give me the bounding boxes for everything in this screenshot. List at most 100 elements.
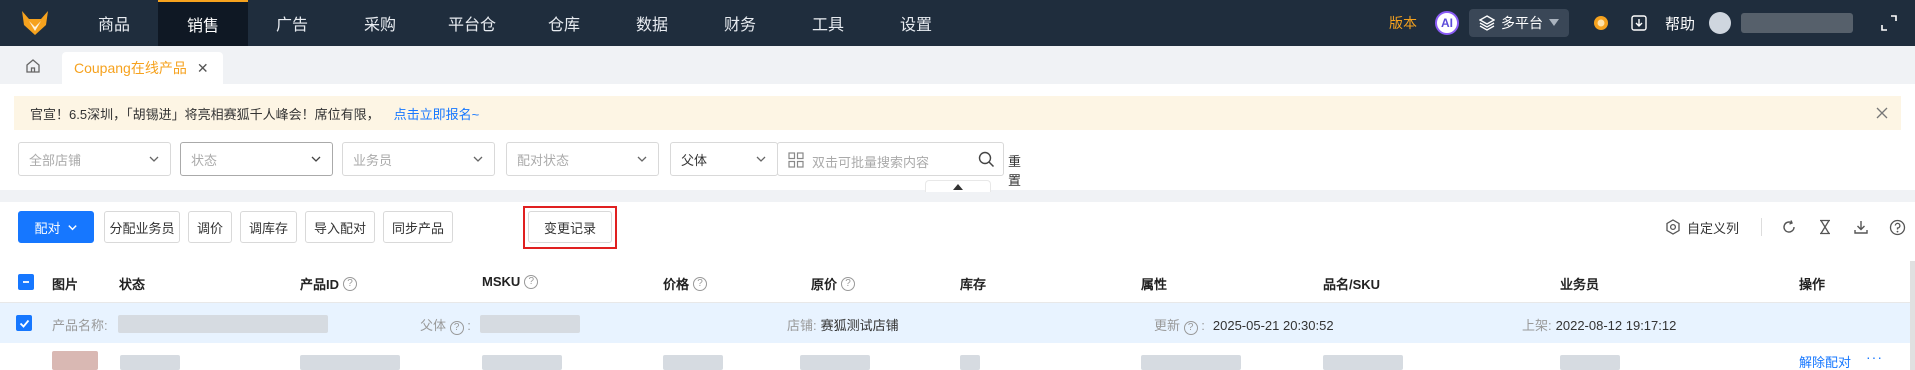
announcement-text: 官宣！6.5深圳，「胡锡进」将亮相赛狐千人峰会！席位有限， [30,106,380,122]
sync-products-button[interactable]: 同步产品 [383,211,453,243]
search-type-select[interactable]: 父体 [670,142,778,176]
product-thumbnail [52,351,98,370]
search-input[interactable]: 双击可批量搜索内容 [777,142,1004,176]
nav-item-settings[interactable]: 设置 [872,0,960,46]
salesperson-redacted [1560,355,1620,370]
username-redacted[interactable] [1741,13,1853,33]
hourglass-icon[interactable] [1814,216,1836,238]
help-link[interactable]: 帮助 [1665,13,1695,34]
scrollbar[interactable] [1910,261,1915,370]
avatar[interactable] [1709,12,1731,34]
nav-right-area: 版本 AI 多平台 帮助 [1389,0,1915,46]
tab-bar: Coupang在线产品 ✕ [0,46,1915,84]
chevron-down-icon [67,224,77,230]
export-download-icon[interactable] [1850,216,1872,238]
status-select[interactable]: 状态 [180,142,333,176]
chevron-down-icon [756,156,766,162]
info-icon: ? [841,276,856,291]
register-link[interactable]: 点击立即报名~ [394,104,480,123]
search-placeholder: 双击可批量搜索内容 [812,155,930,170]
close-icon[interactable]: ✕ [197,60,209,77]
column-product-id[interactable]: 产品ID? [300,274,358,293]
platform-label: 多平台 [1500,15,1543,31]
fox-logo-icon[interactable] [0,0,70,46]
table-row-info: 产品名称: 父体 ? : 店铺: 赛狐测试店铺 更新 ? :2025-05-21 … [0,303,1915,343]
select-all-checkbox[interactable] [18,274,34,290]
main-menu: 商品 销售 广告 采购 平台仓 仓库 数据 财务 工具 设置 [70,0,960,46]
highlight-annotation [523,206,617,249]
adjust-stock-button[interactable]: 调库存 [240,211,297,243]
announcement-banner: 官宣！6.5深圳，「胡锡进」将亮相赛狐千人峰会！席位有限， 点击立即报名~ [14,96,1901,130]
column-status[interactable]: 状态 [119,274,145,293]
home-icon [26,59,40,73]
info-icon: ? [343,276,358,291]
custom-columns-label: 自定义列 [1686,220,1739,236]
nav-item-goods[interactable]: 商品 [70,0,158,46]
assign-salesperson-button[interactable]: 分配业务员 [104,211,180,243]
column-price[interactable]: 价格? [663,274,708,293]
column-attribute: 属性 [1141,277,1168,292]
home-tab[interactable] [18,52,48,80]
status-redacted [120,355,180,370]
collapse-filters-toggle[interactable] [925,180,991,192]
action-toolbar: 配对 分配业务员 调价 调库存 导入配对 同步产品 变更记录 自定义列 [18,206,1908,249]
table-row[interactable]: 解除配对 ··· [0,343,1915,370]
sku-redacted [1323,355,1403,370]
nav-item-platform-warehouse[interactable]: 平台仓 [424,0,520,46]
column-msku[interactable]: MSKU? [482,274,539,289]
unpair-link[interactable]: 解除配对 [1799,352,1851,370]
adjust-price-button[interactable]: 调价 [188,211,232,243]
info-icon: ? [1183,320,1198,335]
chevron-down-icon [311,156,321,162]
salesperson-select[interactable]: 业务员 [342,142,495,176]
column-actions: 操作 [1799,277,1826,292]
reset-button[interactable]: 重置 [1008,151,1021,189]
nav-item-purchase[interactable]: 采购 [336,0,424,46]
caret-up-icon [953,183,963,190]
close-icon[interactable] [1873,104,1891,122]
nav-item-warehouse[interactable]: 仓库 [520,0,608,46]
table-header: 图片 状态 产品ID? MSKU? 价格? 原价? 库存 属性 品名/SKU 业… [0,261,1915,303]
platform-switcher[interactable]: 多平台 [1468,9,1569,37]
ai-assistant-button[interactable]: AI [1434,11,1459,35]
fullscreen-icon[interactable] [1877,11,1901,35]
parent-value-redacted [480,315,580,333]
column-original-price[interactable]: 原价? [811,274,856,293]
nav-item-ads[interactable]: 广告 [248,0,336,46]
help-icon[interactable] [1886,216,1908,238]
top-navigation: 商品 销售 广告 采购 平台仓 仓库 数据 财务 工具 设置 版本 AI 多平台 帮助 [0,0,1915,46]
parent-label: 父体 ? : [420,318,471,335]
batch-grid-icon[interactable] [788,152,804,168]
nav-item-data[interactable]: 数据 [608,0,696,46]
attribute-redacted [1141,355,1241,370]
custom-columns-button[interactable]: 自定义列 [1665,218,1739,237]
pair-status-select[interactable]: 配对状态 [506,142,659,176]
version-link[interactable]: 版本 [1389,13,1417,33]
nav-item-sales[interactable]: 销售 [158,0,248,46]
pair-status-select-placeholder: 配对状态 [517,152,570,168]
more-actions-icon[interactable]: ··· [1866,349,1883,365]
row-checkbox[interactable] [16,315,32,331]
chevron-down-icon [149,156,159,162]
store-select[interactable]: 全部店铺 [18,142,171,176]
updated-info: 更新 ? :2025-05-21 20:30:52 [1154,318,1334,335]
store-select-placeholder: 全部店铺 [29,152,82,168]
pair-dropdown-button[interactable]: 配对 [18,211,94,243]
pair-button-label: 配对 [34,220,61,236]
stock-redacted [960,355,980,370]
nav-item-finance[interactable]: 财务 [696,0,784,46]
tab-coupang-products[interactable]: Coupang在线产品 ✕ [62,52,223,84]
tab-label: Coupang在线产品 [74,60,187,76]
refresh-icon[interactable] [1778,216,1800,238]
column-stock[interactable]: 库存 [960,274,986,293]
import-pair-button[interactable]: 导入配对 [305,211,375,243]
notification-bulb-icon[interactable] [1589,11,1613,35]
column-image: 图片 [52,277,79,292]
listed-info: 上架: 2022-08-12 19:17:12 [1522,318,1677,333]
download-icon[interactable] [1627,11,1651,35]
column-name-sku: 品名/SKU [1323,277,1381,292]
nav-item-tools[interactable]: 工具 [784,0,872,46]
store-info: 店铺: 赛狐测试店铺 [787,318,899,333]
search-icon[interactable] [978,151,995,168]
info-icon: ? [693,276,708,291]
